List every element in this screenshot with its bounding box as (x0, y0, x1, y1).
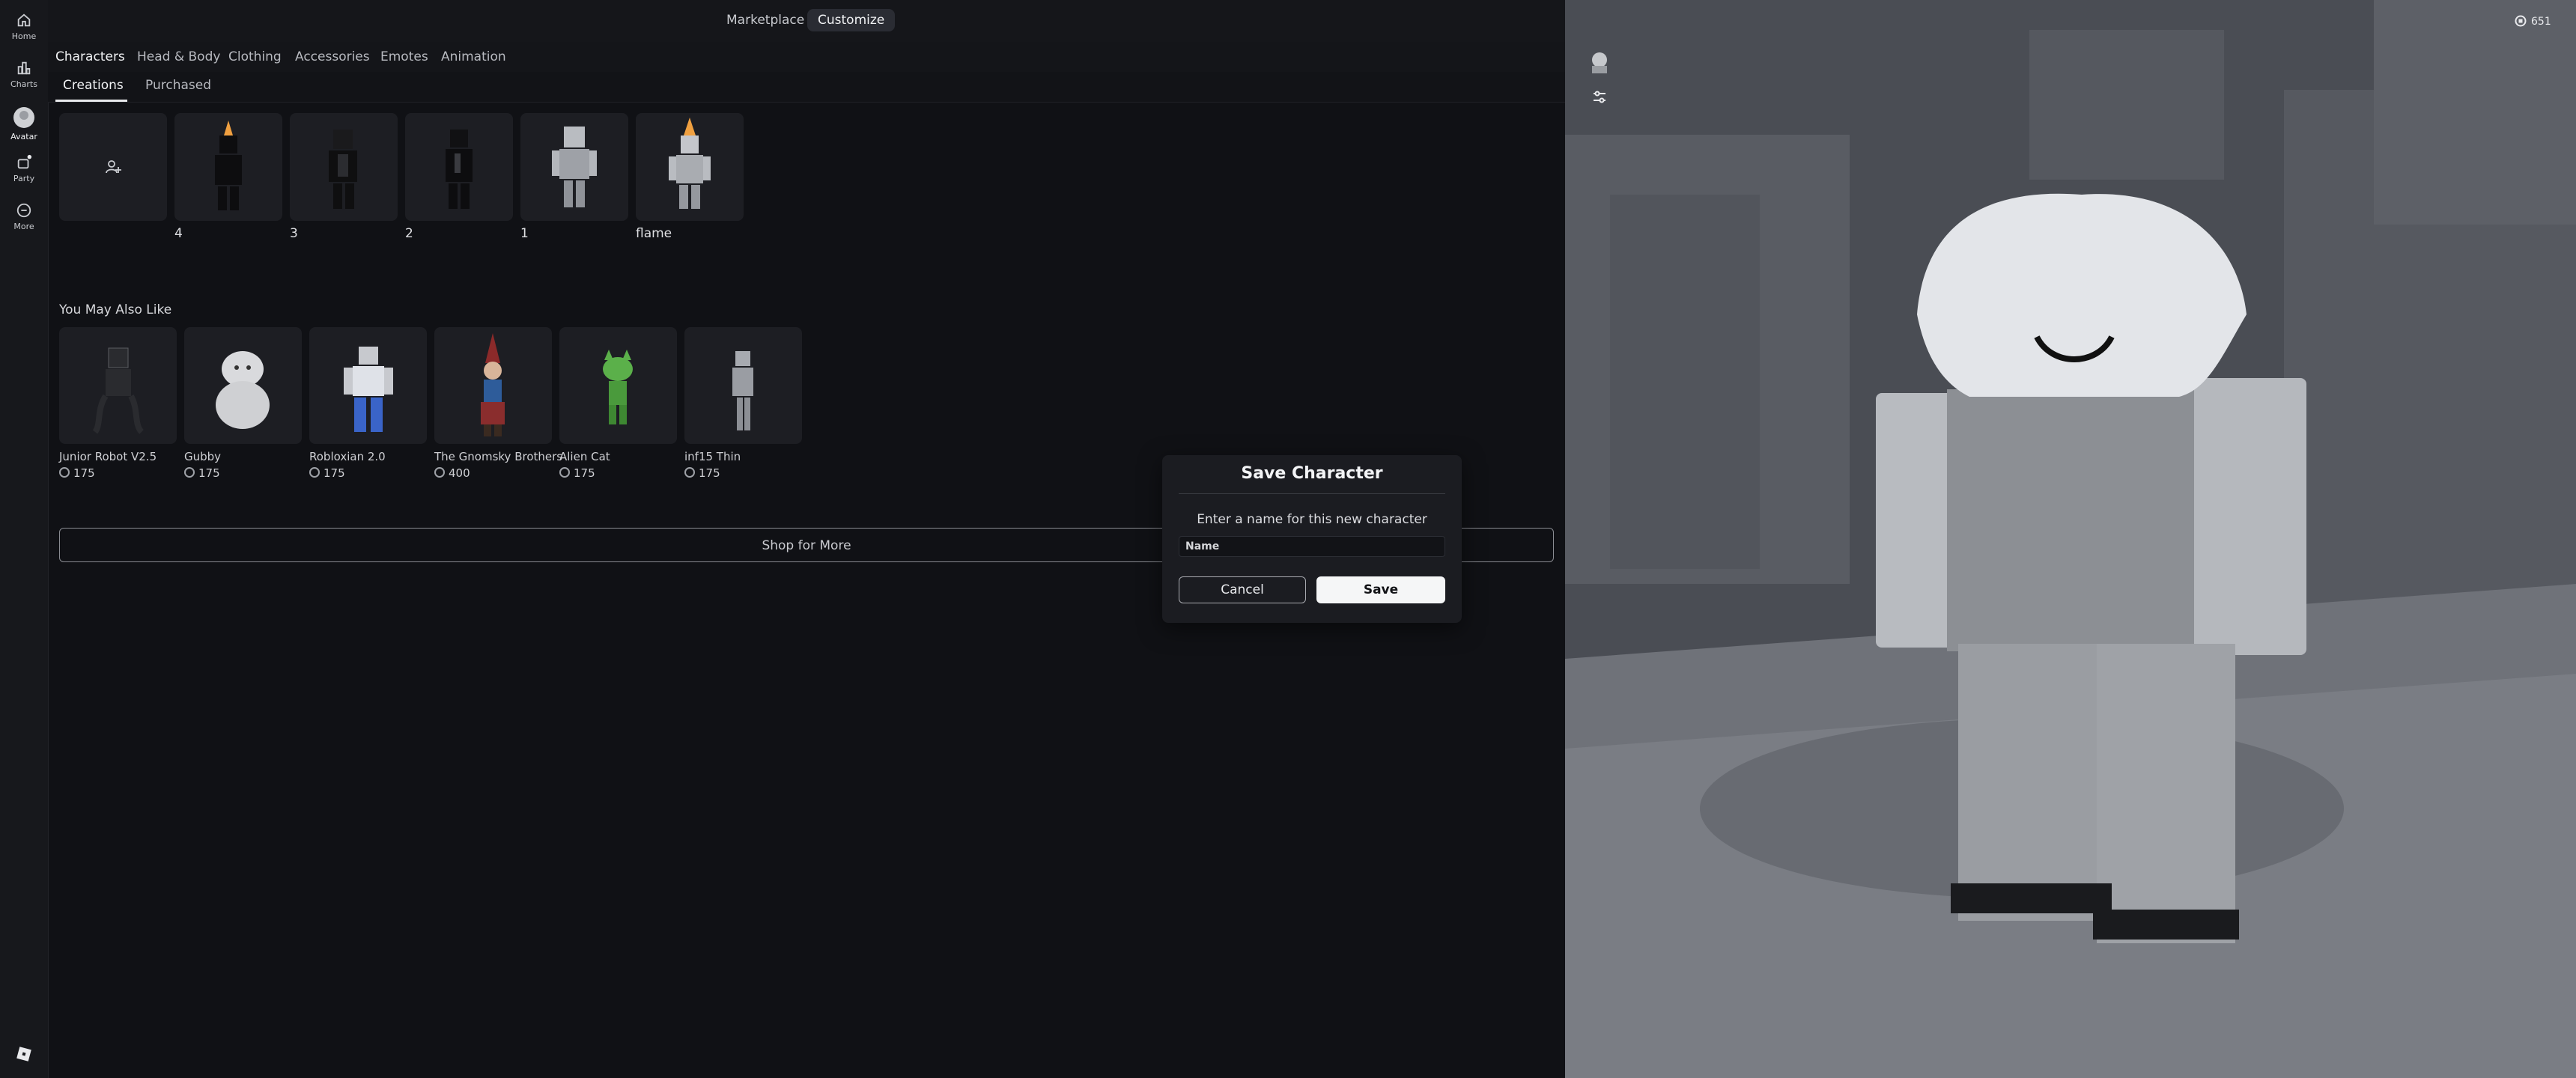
item-thumbnail (481, 333, 505, 436)
nav-charts-label: Charts (10, 79, 37, 89)
recommend-item-price: 400 (434, 466, 470, 480)
tab-creations[interactable]: Creations (63, 78, 124, 93)
character-tile[interactable] (520, 113, 628, 221)
cancel-button[interactable]: Cancel (1179, 576, 1306, 603)
recommend-item-price: 175 (184, 466, 220, 480)
settings-sliders-icon[interactable] (1591, 88, 1609, 106)
character-name: 2 (405, 226, 413, 241)
character-name: flame (636, 226, 672, 241)
character-thumbnail (669, 118, 711, 209)
nav-home[interactable]: Home (0, 12, 48, 41)
character-tile[interactable] (636, 113, 744, 221)
recommend-item-name: Junior Robot V2.5 (59, 450, 157, 463)
nav-more[interactable]: More (0, 202, 48, 231)
recommend-item-price: 175 (684, 466, 720, 480)
character-name: 1 (520, 226, 529, 241)
roblox-logo-icon[interactable] (15, 1045, 33, 1063)
create-character-tile[interactable] (59, 113, 167, 221)
dialog-title: Save Character (1241, 464, 1383, 483)
recommend-item-tile[interactable] (184, 327, 302, 444)
tab-characters[interactable]: Characters (55, 49, 125, 64)
tab-purchased[interactable]: Purchased (145, 78, 211, 93)
character-thumbnail (215, 121, 242, 210)
robux-icon (684, 467, 695, 478)
nav-avatar-label: Avatar (10, 132, 37, 141)
character-name: 3 (290, 226, 298, 241)
recommend-item-name: inf15 Thin (684, 450, 741, 463)
tab-emotes[interactable]: Emotes (380, 49, 428, 64)
tab-head-body[interactable]: Head & Body (137, 49, 220, 64)
party-icon (17, 154, 32, 169)
robux-icon (559, 467, 570, 478)
category-tabs: Characters Head & Body Clothing Accessor… (48, 42, 1565, 72)
nav-party[interactable]: Party (0, 154, 48, 183)
active-tab-indicator (55, 100, 127, 102)
charts-icon (17, 61, 31, 75)
robux-icon (309, 467, 320, 478)
dialog-prompt: Enter a name for this new character (1197, 512, 1427, 527)
sub-tabs: Creations Purchased (48, 72, 1565, 103)
recommend-item-name: Robloxian 2.0 (309, 450, 386, 463)
character-tile[interactable] (405, 113, 513, 221)
save-button[interactable]: Save (1316, 576, 1445, 603)
recommend-item-price: 175 (309, 466, 345, 480)
price-value: 175 (198, 466, 220, 480)
home-icon (17, 13, 31, 27)
nav-party-label: Party (13, 174, 35, 183)
recommend-item-tile[interactable] (309, 327, 427, 444)
item-thumbnail (216, 351, 270, 429)
tab-animation[interactable]: Animation (441, 49, 506, 64)
nav-home-label: Home (11, 31, 37, 41)
recommend-item-price: 175 (59, 466, 95, 480)
recommend-item-price: 175 (559, 466, 595, 480)
item-thumbnail (732, 351, 753, 430)
price-value: 175 (73, 466, 95, 480)
add-character-icon (106, 160, 121, 174)
recommend-item-tile[interactable] (59, 327, 177, 444)
nav-charts[interactable]: Charts (0, 60, 48, 89)
price-value: 175 (574, 466, 595, 480)
avatar-viewport[interactable]: 651 (1565, 0, 2576, 1078)
price-value: 400 (449, 466, 470, 480)
recommend-item-tile[interactable] (559, 327, 677, 444)
recommend-item-name: The Gnomsky Brothers (434, 450, 563, 463)
item-thumbnail (344, 347, 393, 432)
character-tile[interactable] (174, 113, 282, 221)
avatar-headshot-icon[interactable] (1586, 48, 1613, 75)
character-thumbnail (552, 127, 597, 207)
recommend-title: You May Also Like (59, 302, 172, 317)
item-thumbnail (92, 347, 145, 434)
robux-icon (2515, 15, 2527, 27)
price-value: 175 (323, 466, 345, 480)
dialog-divider (1179, 493, 1445, 494)
tab-clothing[interactable]: Clothing (228, 49, 282, 64)
recommend-item-name: Alien Cat (559, 450, 610, 463)
item-thumbnail (603, 350, 633, 424)
character-name: 4 (174, 226, 183, 241)
tab-accessories[interactable]: Accessories (295, 49, 370, 64)
recommend-item-tile[interactable] (684, 327, 802, 444)
top-bar: Marketplace Customize (48, 0, 1565, 42)
robux-icon (184, 467, 195, 478)
avatar-scene (1565, 0, 2576, 1078)
recommend-item-name: Gubby (184, 450, 222, 463)
robux-icon (434, 467, 445, 478)
robux-amount: 651 (2531, 16, 2551, 28)
recommend-item-tile[interactable] (434, 327, 552, 444)
price-value: 175 (699, 466, 720, 480)
character-thumbnail (329, 130, 357, 209)
nav-avatar[interactable]: Avatar (0, 106, 48, 141)
robux-icon (59, 467, 70, 478)
customize-tab[interactable]: Customize (807, 9, 896, 31)
character-tile[interactable] (290, 113, 398, 221)
avatar-icon (13, 107, 34, 128)
save-character-dialog: Save Character Enter a name for this new… (1162, 455, 1462, 623)
character-name-input[interactable] (1179, 536, 1445, 557)
character-thumbnail (446, 130, 473, 209)
more-icon (16, 203, 31, 218)
marketplace-tab[interactable]: Marketplace (716, 9, 815, 31)
robux-balance[interactable]: 651 (2515, 15, 2551, 28)
sidebar: Home Charts Avatar Party More (0, 0, 49, 1078)
nav-more-label: More (13, 222, 34, 231)
